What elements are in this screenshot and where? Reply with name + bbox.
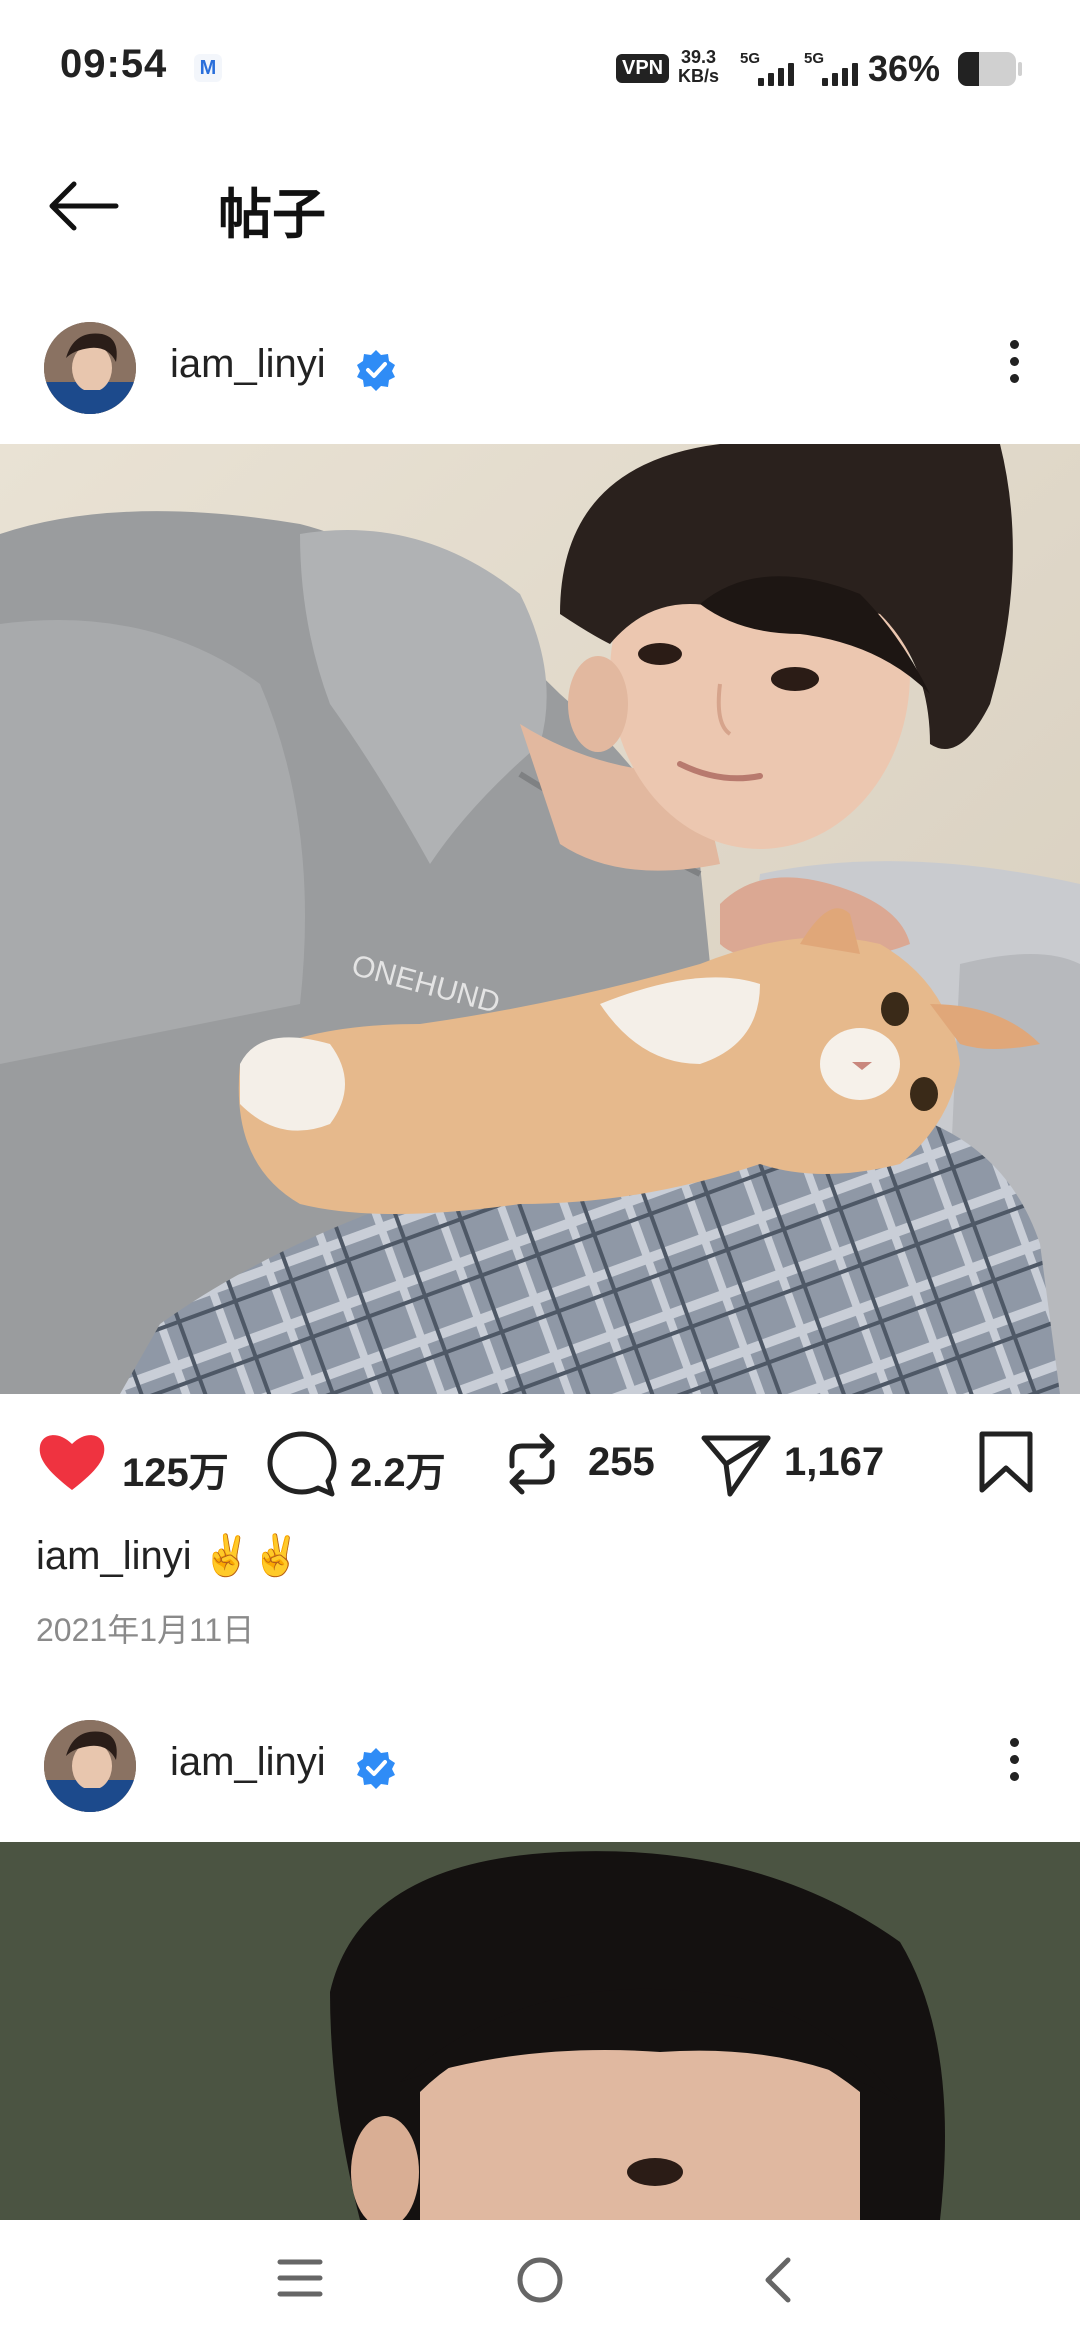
send-button[interactable]: 1,167 — [700, 1430, 900, 1497]
signal-icon-2: 5G — [804, 50, 864, 90]
post-photo[interactable]: ONEHUND — [0, 444, 1080, 1394]
network-speed: 39.3 KB/s — [678, 48, 719, 86]
caption-username[interactable]: iam_linyi — [36, 1534, 192, 1578]
heart-icon — [39, 1435, 105, 1490]
verified-badge-icon-2 — [354, 1746, 398, 1790]
bookmark-icon — [979, 1431, 1033, 1493]
post-photo-2[interactable] — [0, 1842, 1080, 2220]
repost-count: 255 — [588, 1440, 655, 1484]
comment-button[interactable]: 2.2万 — [266, 1430, 466, 1497]
signal-label: 5G — [740, 50, 761, 67]
avatar-2[interactable] — [44, 1720, 136, 1812]
battery-percent: 36% — [868, 48, 941, 89]
post-header-2: iam_linyi — [0, 1710, 1080, 1820]
share-count: 1,167 — [784, 1440, 885, 1484]
post-username-2[interactable]: iam_linyi — [170, 1740, 326, 1785]
mail-notification-icon: M — [194, 54, 222, 82]
battery-icon — [958, 52, 1016, 86]
post-actions: 125万 2.2万 255 1,167 — [0, 1398, 1080, 1518]
post-caption: iam_linyi ✌️✌️ — [36, 1532, 301, 1579]
back-arrow-icon[interactable] — [48, 180, 120, 232]
post-header: iam_linyi — [0, 312, 1080, 422]
network-speed-value: 39.3 — [680, 47, 717, 67]
like-count: 125万 — [122, 1451, 229, 1495]
verified-badge-icon — [354, 348, 398, 392]
page-title: 帖子 — [218, 185, 326, 245]
repost-button[interactable]: 255 — [498, 1430, 678, 1495]
caption-emoji: ✌️✌️ — [201, 1534, 302, 1578]
post-date: 2021年1月11日 — [36, 1612, 255, 1648]
system-nav-bar — [0, 2220, 1080, 2344]
back-icon[interactable] — [760, 2256, 796, 2309]
more-icon-2[interactable] — [994, 1730, 1034, 1800]
signal-icon: 5G — [740, 50, 800, 90]
signal-label-2: 5G — [804, 50, 825, 67]
repost-icon — [509, 1433, 555, 1495]
comment-icon — [267, 1431, 337, 1497]
like-button[interactable]: 125万 — [36, 1430, 236, 1495]
vpn-badge: VPN — [616, 54, 670, 83]
post-username[interactable]: iam_linyi — [170, 342, 326, 387]
comment-count: 2.2万 — [350, 1451, 446, 1495]
app-header: 帖子 — [0, 150, 1080, 260]
send-icon — [701, 1435, 771, 1497]
home-icon[interactable] — [516, 2256, 564, 2309]
menu-icon[interactable] — [276, 2256, 324, 2305]
status-time: 09:54 — [60, 42, 168, 86]
avatar[interactable] — [44, 322, 136, 414]
more-icon[interactable] — [994, 332, 1034, 402]
status-bar: 09:54 M VPN 39.3 KB/s 5G 5G 36% — [0, 0, 1080, 140]
bookmark-button[interactable] — [978, 1430, 1038, 1493]
network-speed-unit: KB/s — [678, 66, 720, 86]
